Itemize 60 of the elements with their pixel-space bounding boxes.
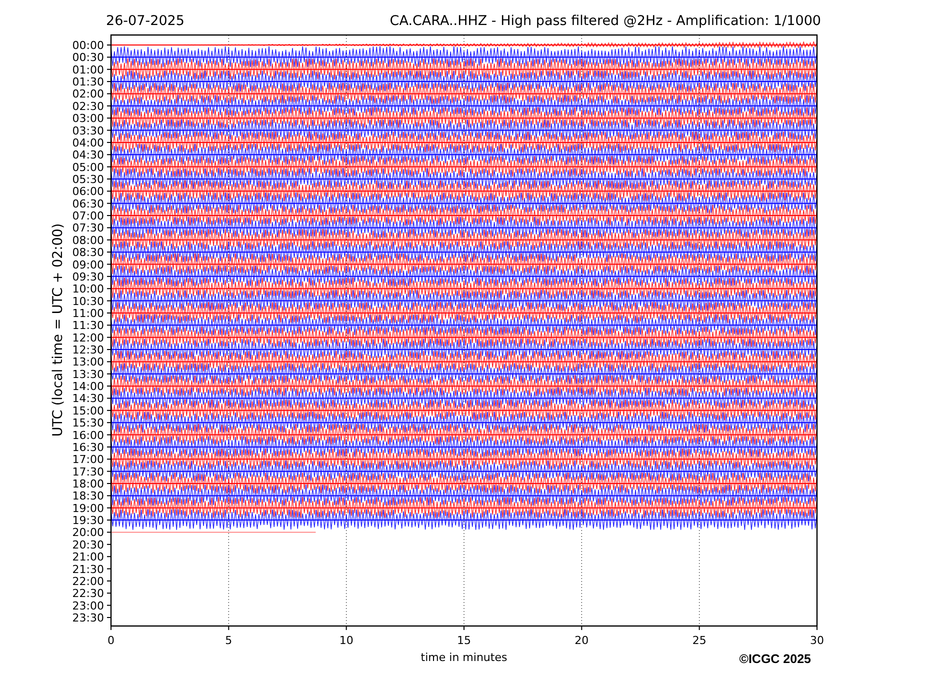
y-tick-label: 19:00 — [72, 502, 104, 515]
y-tick-label: 04:30 — [72, 148, 104, 162]
y-tick-label: 21:30 — [72, 562, 104, 576]
y-tick-label: 09:30 — [72, 270, 104, 284]
x-tick-label: 20 — [574, 634, 589, 647]
y-tick-label: 09:00 — [72, 258, 104, 272]
y-tick-label: 10:30 — [72, 294, 104, 308]
date-label: 26-07-2025 — [106, 13, 184, 29]
y-tick-label: 15:30 — [72, 416, 104, 430]
y-tick-label: 13:30 — [72, 368, 104, 381]
y-tick-label: 07:30 — [72, 222, 104, 235]
y-tick-label: 16:00 — [72, 428, 104, 442]
y-tick-label: 18:00 — [72, 478, 104, 490]
y-tick-label: 22:00 — [72, 574, 104, 588]
y-tick-label: 21:00 — [72, 550, 104, 564]
x-axis-label: time in minutes — [420, 651, 508, 664]
y-tick-label: 01:00 — [72, 63, 104, 76]
y-tick-label: 00:30 — [72, 51, 104, 64]
y-tick-label: 10:00 — [72, 282, 104, 296]
y-tick-label: 02:30 — [72, 100, 104, 113]
x-tick-label: 5 — [225, 634, 232, 647]
y-tick-label: 17:00 — [72, 453, 104, 466]
x-tick-label: 25 — [692, 634, 706, 647]
y-tick-label: 14:30 — [72, 392, 104, 406]
y-tick-label: 04:00 — [72, 136, 104, 150]
y-tick-label: 02:00 — [72, 88, 104, 101]
chart-title: CA.CARA..HHZ - High pass filtered @2Hz - Amplification: 1/1000 — [390, 13, 821, 29]
y-axis-label: UTC (local time = UTC + 02:00) — [50, 223, 66, 437]
y-tick-label: 05:30 — [72, 173, 104, 186]
y-tick-label: 03:30 — [72, 124, 104, 138]
y-tick-label: 23:00 — [72, 599, 104, 612]
copyright-label: ©ICGC 2025 — [739, 652, 811, 666]
y-tick-label: 12:30 — [72, 344, 104, 357]
y-tick-label: 05:00 — [72, 160, 104, 174]
y-tick-label: 17:30 — [72, 465, 104, 478]
y-tick-label: 13:00 — [72, 356, 104, 369]
y-tick-label: 07:00 — [72, 210, 104, 223]
y-tick-label: 08:30 — [72, 246, 104, 260]
x-tick-label: 30 — [810, 634, 824, 647]
y-tick-label: 11:30 — [72, 319, 104, 332]
y-tick-label: 12:00 — [72, 331, 104, 344]
y-tick-label: 22:30 — [72, 587, 104, 600]
y-tick-label: 06:30 — [72, 197, 104, 210]
y-tick-label: 16:30 — [72, 440, 104, 454]
x-tick-label: 10 — [339, 634, 354, 647]
y-tick-label: 15:00 — [72, 404, 104, 418]
y-tick-label: 23:30 — [72, 612, 104, 624]
y-tick-label: 00:00 — [72, 39, 104, 52]
y-tick-label: 01:30 — [72, 76, 104, 89]
x-tick-label: 15 — [457, 634, 471, 647]
y-tick-label: 06:00 — [72, 185, 104, 198]
y-tick-label: 20:00 — [72, 526, 104, 540]
y-tick-label: 03:00 — [72, 112, 104, 126]
y-tick-label: 11:00 — [72, 306, 104, 320]
y-tick-label: 19:30 — [72, 514, 104, 528]
y-tick-label: 20:30 — [72, 538, 104, 552]
y-tick-label: 08:00 — [72, 234, 104, 247]
x-tick-label: 0 — [108, 634, 114, 647]
y-tick-label: 18:30 — [72, 490, 104, 503]
y-tick-label: 14:00 — [72, 380, 104, 394]
